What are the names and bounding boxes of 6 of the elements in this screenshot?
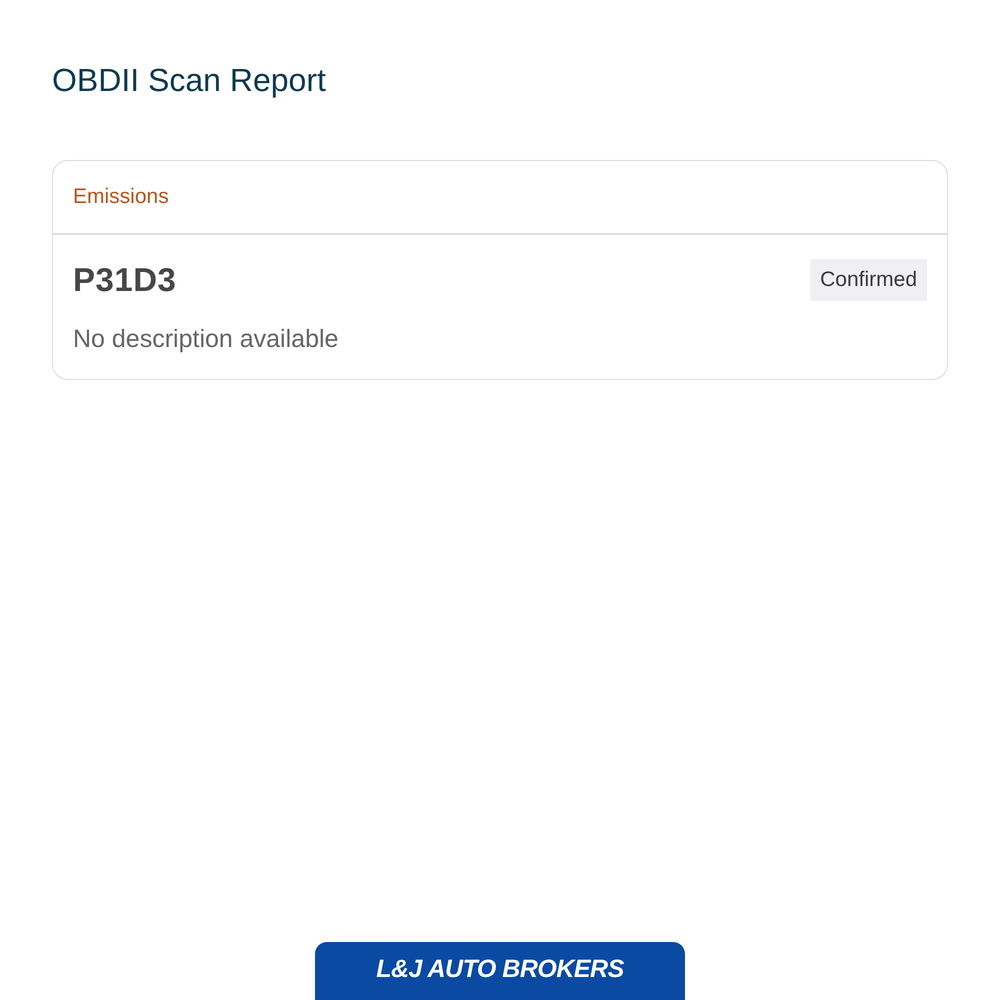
section-heading: Emissions: [73, 185, 169, 209]
trouble-code: P31D3: [73, 261, 176, 299]
page-title: OBDII Scan Report: [52, 61, 326, 100]
status-badge: Confirmed: [810, 259, 927, 301]
brand-logo: L&J AUTO BROKERS: [315, 942, 685, 1000]
code-description: No description available: [73, 324, 340, 355]
